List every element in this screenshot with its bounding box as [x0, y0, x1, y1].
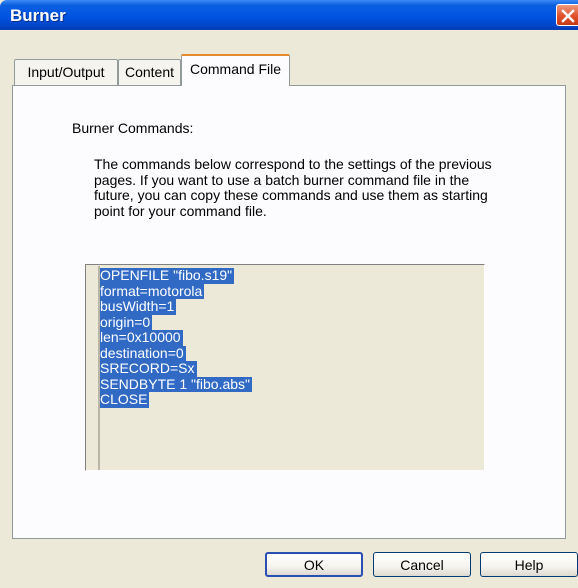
tab-label: Content	[124, 64, 175, 80]
command-line[interactable]: len=0x10000	[100, 329, 183, 346]
section-label: Burner Commands:	[72, 120, 194, 136]
close-icon	[561, 9, 575, 23]
command-line[interactable]: SENDBYTE 1 "fibo.abs"	[100, 376, 253, 392]
command-line[interactable]: OPENFILE "fibo.s19"	[100, 267, 235, 284]
cancel-button[interactable]: Cancel	[373, 552, 471, 577]
burner-dialog: Burner Input/Output Content Command File…	[0, 0, 578, 588]
tab-input-output[interactable]: Input/Output	[14, 59, 118, 85]
command-line[interactable]: CLOSE	[100, 391, 150, 408]
description-text: The commands below correspond to the set…	[94, 156, 492, 219]
command-line[interactable]: destination=0	[100, 345, 186, 361]
tab-command-file[interactable]: Command File	[181, 54, 290, 86]
close-button[interactable]	[556, 4, 578, 26]
command-line[interactable]: SRECORD=Sx	[100, 360, 197, 377]
command-line[interactable]: origin=0	[100, 314, 153, 330]
title-bar[interactable]: Burner	[0, 0, 578, 30]
tab-label: Input/Output	[27, 64, 105, 80]
help-button[interactable]: Help	[480, 552, 578, 577]
commands-list[interactable]: OPENFILE "fibo.s19" format=motorola busW…	[100, 267, 253, 408]
window-title: Burner	[10, 6, 66, 25]
ok-button[interactable]: OK	[265, 552, 363, 577]
tab-label: Command File	[189, 61, 282, 77]
tab-content[interactable]: Content	[118, 59, 181, 85]
command-line[interactable]: busWidth=1	[100, 298, 177, 315]
command-line[interactable]: format=motorola	[100, 283, 205, 299]
